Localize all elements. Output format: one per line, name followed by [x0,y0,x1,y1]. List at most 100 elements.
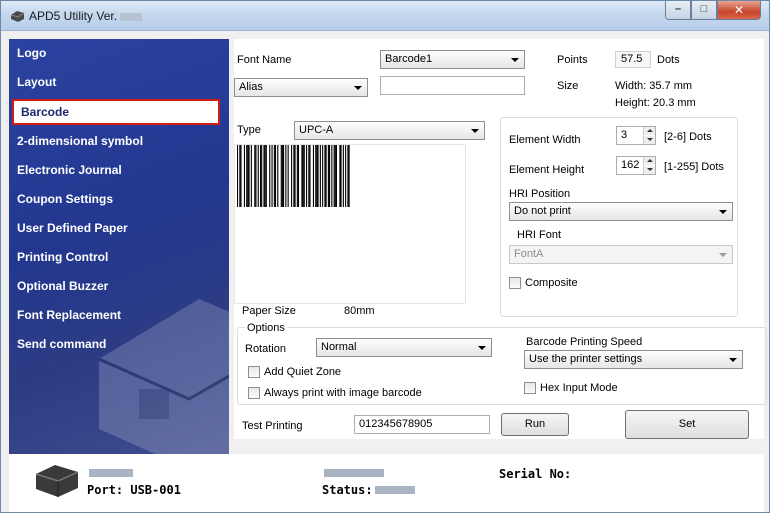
barcode-bar [285,145,287,207]
barcode-bar [277,145,279,207]
barcode-bar [255,145,257,207]
sidebar-item-optional-buzzer[interactable]: Optional Buzzer [17,279,108,293]
element-width-stepper[interactable]: 3 [616,126,656,145]
size-height: Height: 20.3 mm [615,97,696,109]
hri-font-select[interactable]: FontA [509,245,733,264]
barcode-bar [324,145,326,207]
close-button[interactable]: ✕ [717,1,761,20]
chevron-down-icon [471,129,479,133]
paper-size-label: Paper Size [242,305,296,317]
barcode-bar [248,145,250,207]
barcode-bar [302,145,304,207]
printer-name-redacted [324,469,384,477]
hri-position-select[interactable]: Do not print [509,202,733,221]
barcode-bar [239,145,241,207]
add-quiet-zone-checkbox[interactable]: Add Quiet Zone [248,366,341,378]
barcode-bar [243,145,245,207]
sidebar-item-coupon-settings[interactable]: Coupon Settings [17,192,113,206]
test-printing-input[interactable]: 012345678905 [354,415,490,434]
checkbox-icon [524,382,536,394]
barcode-bar [257,145,259,207]
title-bar[interactable]: APD5 Utility Ver. – □ ✕ [1,1,769,31]
barcode-bar [271,145,273,207]
spin-up-icon[interactable] [644,157,655,165]
maximize-button[interactable]: □ [691,1,717,20]
points-label: Points [557,54,588,66]
barcode-bar [309,145,311,207]
printing-speed-select[interactable]: Use the printer settings [524,350,743,369]
font-name-label: Font Name [237,54,292,66]
points-unit: Dots [657,54,680,66]
sidebar-item-font-replacement[interactable]: Font Replacement [17,308,121,322]
chevron-down-icon [729,358,737,362]
paper-size-value: 80mm [344,305,375,317]
spin-down-icon[interactable] [644,136,655,144]
sidebar-item-send-command[interactable]: Send command [17,337,106,351]
barcode-bar [303,145,305,207]
element-height-stepper[interactable]: 162 [616,156,656,175]
barcode-bar [317,145,319,207]
barcode-bar [335,145,337,207]
element-height-label: Element Height [509,164,585,176]
port-label: Port: USB-001 [87,483,181,497]
sidebar-item-barcode[interactable]: Barcode [12,99,220,125]
options-title: Options [245,322,287,334]
status-footer: Port: USB-001 Status: Serial No: [9,454,764,512]
rotation-select[interactable]: Normal [316,338,492,357]
barcode-bar [306,145,308,207]
sidebar-item-user-defined-paper[interactable]: User Defined Paper [17,221,128,235]
barcode-bar [319,145,321,207]
barcode-bar [246,145,248,207]
sidebar-item-logo[interactable]: Logo [17,46,46,60]
sidebar-item-printing-control[interactable]: Printing Control [17,250,108,264]
sidebar-item-2d-symbol[interactable]: 2-dimensional symbol [17,134,143,148]
hex-input-mode-checkbox[interactable]: Hex Input Mode [524,382,618,394]
barcode-bar [291,145,293,207]
test-printing-label: Test Printing [242,420,303,432]
spin-up-icon[interactable] [644,127,655,135]
barcode-type-select[interactable]: UPC-A [294,121,485,140]
barcode-bar [345,145,347,207]
set-button[interactable]: Set [625,410,749,439]
status-value-redacted [375,486,415,494]
barcode-bar [301,145,303,207]
alias-input[interactable] [380,76,525,95]
barcode-bar [348,145,350,207]
chevron-down-icon [354,86,362,90]
barcode-bar [269,145,271,207]
composite-checkbox[interactable]: Composite [509,277,578,289]
points-value: 57.5 [615,51,651,68]
type-label: Type [237,124,261,136]
sidebar-item-electronic-journal[interactable]: Electronic Journal [17,163,122,177]
spin-down-icon[interactable] [644,166,655,174]
barcode-bar [339,145,341,207]
chevron-down-icon [478,346,486,350]
barcode-bar [281,145,283,207]
checkbox-icon [509,277,521,289]
minimize-button[interactable]: – [665,1,691,20]
barcode-bar [283,145,285,207]
barcode-bar [263,145,265,207]
image-barcode-checkbox[interactable]: Always print with image barcode [248,387,422,399]
barcode-bar [316,145,318,207]
barcode-bar [329,145,331,207]
barcode-bar [293,145,295,207]
font-name-select[interactable]: Barcode1 [380,50,525,69]
sidebar-item-layout[interactable]: Layout [17,75,56,89]
barcode-bar [254,145,256,207]
printer-app-icon [10,11,25,22]
chevron-down-icon [719,253,727,257]
barcode-bar [327,145,329,207]
app-window: APD5 Utility Ver. – □ ✕ Logo Layout Barc… [0,0,770,513]
barcode-preview [234,144,466,304]
run-button[interactable]: Run [501,413,569,436]
barcode-bar [261,145,263,207]
barcode-bar [294,145,296,207]
alias-select[interactable]: Alias [234,78,368,97]
size-width: Width: 35.7 mm [615,80,693,92]
barcode-bar [265,145,267,207]
barcode-bar [280,145,282,207]
chevron-down-icon [511,58,519,62]
checkbox-icon [248,366,260,378]
barcode-bar [247,145,249,207]
